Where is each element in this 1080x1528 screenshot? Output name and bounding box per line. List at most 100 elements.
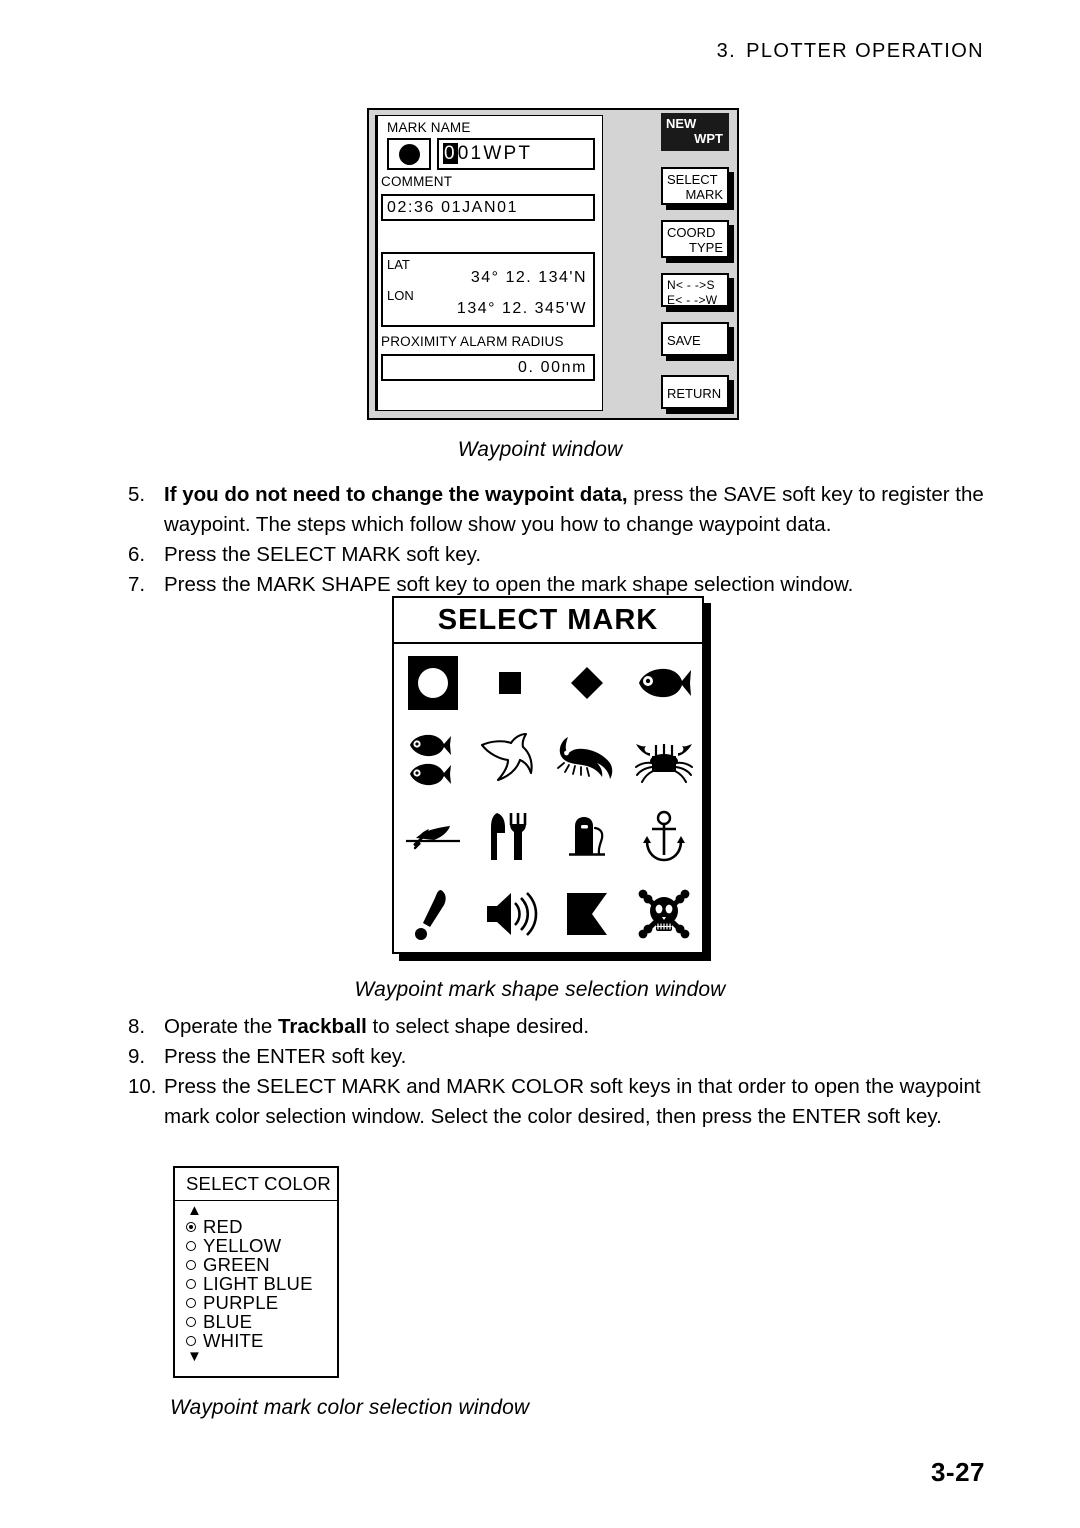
list-item: 10. Press the SELECT MARK and MARK COLOR… (128, 1072, 996, 1132)
radio-icon (186, 1221, 196, 1232)
list-item: 9. Press the ENTER soft key. (128, 1042, 996, 1072)
shrimp-mark-icon (556, 736, 612, 779)
soft-key-title-line1: NEW (666, 116, 697, 131)
scroll-down-arrow-icon[interactable]: ▼ (187, 1349, 333, 1364)
diamond-mark-icon (570, 666, 603, 699)
lat-value: 34° 12. 134'N (470, 269, 587, 286)
steps-list-second: 8. Operate the Trackball to select shape… (128, 1012, 996, 1132)
list-item: 5. If you do not need to change the wayp… (128, 480, 996, 540)
soft-key-select-mark[interactable]: SELECT MARK (661, 167, 729, 205)
mark-cell-fish[interactable] (625, 644, 702, 721)
soft-key-title-line2: WPT (694, 131, 723, 146)
radio-icon (186, 1316, 196, 1327)
mark-cell-shrimp[interactable] (548, 721, 625, 798)
mark-cell-dolphin[interactable] (471, 721, 548, 798)
select-mark-window: SELECT MARK (392, 596, 704, 954)
mark-cell-circle[interactable] (394, 644, 471, 721)
mark-cell-diamond[interactable] (548, 644, 625, 721)
square-mark-icon (498, 671, 521, 694)
step-text: Press the ENTER soft key. (164, 1045, 407, 1068)
proximity-alarm-radius-field[interactable]: 0. 00nm (381, 354, 595, 381)
list-item[interactable]: PURPLE (186, 1292, 333, 1313)
soft-key-save-label: SAVE (667, 333, 701, 348)
comment-label: COMMENT (381, 174, 453, 189)
select-color-title: SELECT COLOR (175, 1168, 337, 1201)
step-rest: to select shape desired. (366, 1015, 590, 1038)
page-number: 3-27 (930, 1457, 985, 1487)
exclamation-mark-icon (414, 889, 446, 940)
mark-cell-flag[interactable] (548, 875, 625, 952)
select-mark-window-caption: Waypoint mark shape selection window (354, 978, 726, 1001)
mark-cell-crab[interactable] (625, 721, 702, 798)
restaurant-mark-icon (490, 812, 526, 860)
mark-cell-anchor[interactable] (625, 798, 702, 875)
soft-key-coord-type-line2: TYPE (689, 240, 723, 255)
mark-cell-skull-crossbones[interactable] (625, 875, 702, 952)
step-number: 6. (128, 543, 146, 566)
circle-mark-icon (407, 655, 458, 710)
list-item[interactable]: GREEN (186, 1254, 333, 1275)
mark-shape-preview[interactable] (387, 138, 431, 170)
step-number: 7. (128, 573, 146, 596)
soft-key-column: NEW WPT SELECT MARK COORD TYPE N< - ->S … (657, 110, 735, 418)
mark-cell-exclamation[interactable] (394, 875, 471, 952)
step-pre: Operate the (164, 1015, 278, 1038)
comment-field[interactable]: 02:36 01JAN01 (381, 194, 595, 221)
select-mark-title: SELECT MARK (394, 598, 702, 644)
color-option-label: WHITE (203, 1329, 264, 1351)
mark-cell-speaker[interactable] (471, 875, 548, 952)
waypoint-window: MARK NAME 001WPT COMMENT 02:36 01JAN01 L… (367, 108, 739, 420)
step-text: Press the SELECT MARK and MARK COLOR sof… (164, 1075, 981, 1128)
step-number: 5. (128, 483, 146, 506)
soft-key-select-mark-line2: MARK (685, 187, 723, 202)
waypoint-data-panel: MARK NAME 001WPT COMMENT 02:36 01JAN01 L… (377, 115, 603, 411)
soft-key-hemisphere-toggle[interactable]: N< - ->S E< - ->W (661, 273, 729, 307)
step-text: If you do not need to change the waypoin… (164, 480, 996, 540)
mark-cell-wreck[interactable] (394, 798, 471, 875)
skull-crossbones-mark-icon (638, 889, 689, 938)
lat-label: LAT (387, 257, 410, 272)
soft-key-ew-toggle-line: E< - ->W (667, 293, 718, 307)
list-item[interactable]: WHITE (186, 1329, 333, 1351)
soft-key-coord-type[interactable]: COORD TYPE (661, 220, 729, 258)
flag-mark-icon (566, 892, 607, 935)
soft-key-coord-type-line1: COORD (667, 225, 716, 240)
filled-circle-icon (398, 143, 420, 165)
crab-mark-icon (634, 743, 693, 783)
proximity-alarm-radius-label: PROXIMITY ALARM RADIUS (381, 334, 564, 349)
steps-list-first: 5. If you do not need to change the wayp… (128, 480, 996, 600)
fuel-pump-mark-icon (568, 816, 605, 856)
step-number: 10. (128, 1075, 157, 1098)
comment-value: 02:36 01JAN01 (387, 198, 519, 216)
soft-key-save[interactable]: SAVE (661, 322, 729, 356)
radio-icon (186, 1240, 196, 1251)
mark-cell-two-fish[interactable] (394, 721, 471, 798)
list-item[interactable]: RED (186, 1216, 333, 1237)
header-chapter-number: 3. (716, 40, 737, 62)
header-chapter-title: PLOTTER OPERATION (746, 40, 984, 62)
radio-icon (186, 1297, 196, 1308)
step-text: Press the SELECT MARK soft key. (164, 543, 482, 566)
list-item[interactable]: YELLOW (186, 1235, 333, 1256)
select-color-window: SELECT COLOR ▲ RED YELLOW GREEN LIGHT BL… (173, 1166, 339, 1378)
position-field[interactable]: LAT 34° 12. 134'N LON 134° 12. 345'W (381, 252, 595, 327)
mark-cell-restaurant[interactable] (471, 798, 548, 875)
fish-mark-icon (638, 668, 691, 697)
wreck-mark-icon (405, 825, 460, 849)
mark-name-cursor: 0 (443, 143, 458, 164)
color-option-list: ▲ RED YELLOW GREEN LIGHT BLUE PURPLE BLU… (186, 1203, 333, 1364)
mark-name-label: MARK NAME (387, 120, 471, 135)
soft-key-return[interactable]: RETURN (661, 375, 729, 409)
lon-value: 134° 12. 345'W (456, 300, 587, 317)
list-item[interactable]: BLUE (186, 1311, 333, 1332)
list-item[interactable]: LIGHT BLUE (186, 1273, 333, 1294)
mark-cell-square[interactable] (471, 644, 548, 721)
dolphin-mark-icon (480, 732, 533, 781)
list-item: 6. Press the SELECT MARK soft key. (128, 540, 996, 570)
mark-cell-fuel-pump[interactable] (548, 798, 625, 875)
step-number: 8. (128, 1015, 146, 1038)
list-item: 8. Operate the Trackball to select shape… (128, 1012, 996, 1042)
mark-name-field[interactable]: 001WPT (437, 138, 595, 170)
two-fish-mark-icon (409, 734, 451, 785)
step-number: 9. (128, 1045, 146, 1068)
